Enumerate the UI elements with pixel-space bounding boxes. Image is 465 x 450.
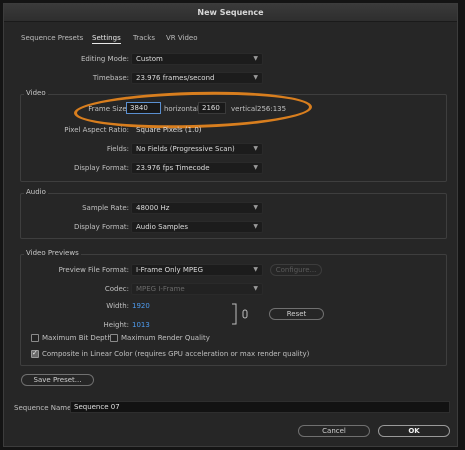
preview-file-format-value: I-Frame Only MPEG <box>136 266 203 274</box>
audio-display-format-dropdown[interactable]: Audio Samples ▼ <box>131 221 263 233</box>
pixel-aspect-dropdown[interactable]: Square Pixels (1.0) <box>131 124 263 136</box>
aspect-ratio-value: 256:135 <box>257 105 287 113</box>
preview-width-value[interactable]: 1920 <box>132 302 150 310</box>
sample-rate-label: Sample Rate: <box>82 204 129 212</box>
pixel-aspect-label: Pixel Aspect Ratio: <box>64 126 129 134</box>
tab-settings[interactable]: Settings <box>92 34 121 44</box>
chevron-down-icon: ▼ <box>253 164 258 171</box>
tab-tracks[interactable]: Tracks <box>133 34 155 42</box>
configure-button[interactable]: Configure... <box>270 264 322 276</box>
codec-dropdown[interactable]: MPEG I-Frame ▼ <box>131 283 263 295</box>
audio-display-format-label: Display Format: <box>73 223 129 231</box>
window-title: New Sequence <box>197 8 264 17</box>
timebase-value: 23.976 frames/second <box>136 74 215 82</box>
fields-value: No Fields (Progressive Scan) <box>136 145 235 153</box>
ok-button[interactable]: OK <box>378 425 450 437</box>
chevron-down-icon: ▼ <box>253 266 258 273</box>
tab-sequence-presets[interactable]: Sequence Presets <box>21 34 83 42</box>
codec-label: Codec: <box>104 285 129 293</box>
frame-height-input[interactable]: 2160 <box>198 102 226 114</box>
linear-color-label: Composite in Linear Color (requires GPU … <box>42 350 310 358</box>
max-render-quality-checkbox[interactable] <box>110 334 118 342</box>
preview-file-format-dropdown[interactable]: I-Frame Only MPEG ▼ <box>131 264 263 276</box>
audio-display-format-value: Audio Samples <box>136 223 189 231</box>
chevron-down-icon: ▼ <box>253 55 258 62</box>
sample-rate-value: 48000 Hz <box>136 204 170 212</box>
video-previews-section-label: Video Previews <box>24 249 81 257</box>
video-display-format-value: 23.976 fps Timecode <box>136 164 210 172</box>
horizontal-label: horizontal <box>164 105 199 113</box>
chevron-down-icon: ▼ <box>253 285 258 292</box>
cancel-button[interactable]: Cancel <box>298 425 370 437</box>
pixel-aspect-value: Square Pixels (1.0) <box>136 126 202 134</box>
audio-section-label: Audio <box>24 188 48 196</box>
chevron-down-icon: ▼ <box>253 74 258 81</box>
fields-label: Fields: <box>106 145 129 153</box>
sequence-name-input[interactable]: Sequence 07 <box>70 401 450 413</box>
max-bit-depth-label: Maximum Bit Depth <box>42 334 112 342</box>
sequence-name-label: Sequence Name: <box>14 404 74 412</box>
video-display-format-dropdown[interactable]: 23.976 fps Timecode ▼ <box>131 162 263 174</box>
fields-dropdown[interactable]: No Fields (Progressive Scan) ▼ <box>131 143 263 155</box>
preview-height-label: Height: <box>103 321 130 329</box>
reset-button[interactable]: Reset <box>269 308 324 320</box>
editing-mode-label: Editing Mode: <box>80 55 129 63</box>
video-display-format-label: Display Format: <box>73 164 129 172</box>
frame-size-label: Frame Size: <box>88 105 129 113</box>
chain-link-icon[interactable] <box>230 303 252 325</box>
frame-width-input[interactable]: 3840 <box>126 102 161 114</box>
editing-mode-value: Custom <box>136 55 163 63</box>
preview-height-value[interactable]: 1013 <box>132 321 150 329</box>
title-bar[interactable]: New Sequence <box>4 4 457 22</box>
tab-vr-video[interactable]: VR Video <box>166 34 198 42</box>
linear-color-checkbox[interactable] <box>31 349 39 358</box>
timebase-dropdown[interactable]: 23.976 frames/second ▼ <box>131 72 263 84</box>
editing-mode-dropdown[interactable]: Custom ▼ <box>131 53 263 65</box>
preview-width-label: Width: <box>106 302 129 310</box>
vertical-label: vertical <box>231 105 258 113</box>
timebase-label: Timebase: <box>92 74 129 82</box>
codec-value: MPEG I-Frame <box>136 285 185 293</box>
max-bit-depth-checkbox[interactable] <box>31 334 39 342</box>
chevron-down-icon: ▼ <box>253 223 258 230</box>
max-render-quality-label: Maximum Render Quality <box>121 334 210 342</box>
new-sequence-dialog: New Sequence Sequence Presets Settings T… <box>3 3 458 447</box>
video-section-label: Video <box>24 89 48 97</box>
save-preset-button[interactable]: Save Preset... <box>21 374 94 386</box>
sample-rate-dropdown[interactable]: 48000 Hz ▼ <box>131 202 263 214</box>
chevron-down-icon: ▼ <box>253 204 258 211</box>
preview-file-format-label: Preview File Format: <box>58 266 129 274</box>
chevron-down-icon: ▼ <box>253 145 258 152</box>
